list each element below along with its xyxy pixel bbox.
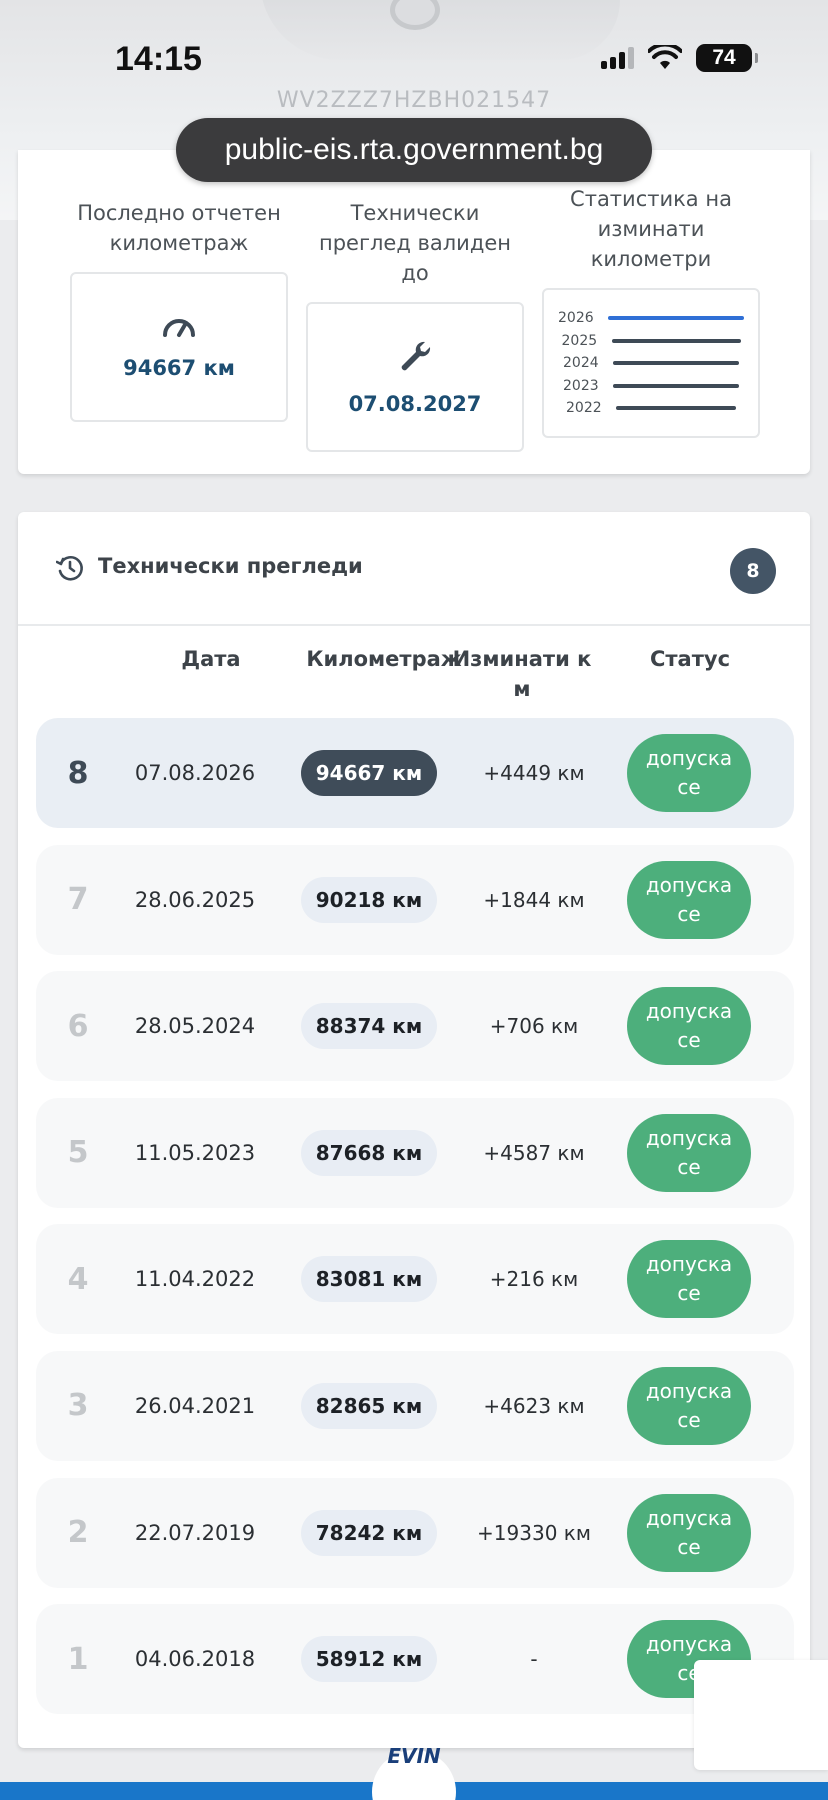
chart-year-label: 2025 — [561, 332, 598, 349]
last-mileage-value: 94667 км — [123, 356, 235, 380]
inspection-number: 4 — [67, 1261, 89, 1297]
inspection-status-badge: допуска се — [627, 1366, 751, 1445]
inspections-list: 8 07.08.2026 94667 км +4449 км допуска се 7 28… — [36, 718, 794, 1731]
inspection-number: 6 — [67, 1008, 89, 1044]
inspections-header: Технически прегледи 8 — [18, 512, 810, 626]
inspection-status-badge: допуска се — [627, 734, 751, 812]
chart-bar — [608, 316, 744, 320]
inspection-row[interactable]: 7 28.06.2025 90218 км +1844 км допуска се — [36, 844, 794, 955]
inspection-number: 7 — [67, 882, 89, 918]
last-mileage-label: Последно отчетен километраж — [77, 201, 281, 255]
inspections-title: Технически прегледи — [98, 554, 363, 578]
last-mileage-section: Последно отчетен километраж 94667 км — [70, 198, 288, 422]
chart-row: 2024 — [563, 352, 739, 375]
inspection-status-badge: допуска се — [627, 1240, 751, 1319]
evin-logo: EVIN — [387, 1744, 441, 1768]
inspection-km-diff: +706 км — [489, 1014, 579, 1039]
cellular-signal-icon — [601, 47, 634, 69]
chart-year-label: 2023 — [563, 377, 599, 394]
inspection-date: 07.08.2026 — [134, 761, 256, 785]
column-header-diff: Изминати к м — [452, 647, 592, 701]
side-widget[interactable] — [694, 1660, 828, 1770]
wrench-icon — [401, 341, 431, 371]
chart-row: 2026 — [558, 307, 744, 330]
inspection-number: 3 — [67, 1388, 89, 1424]
chart-bar — [613, 361, 739, 365]
inspection-km-diff: +4587 км — [483, 1140, 585, 1165]
inspection-date: 04.06.2018 — [134, 1647, 256, 1672]
status-time: 14:15 — [115, 40, 202, 78]
inspection-mileage-badge: 94667 км — [301, 750, 437, 796]
status-icons: 74 — [601, 44, 758, 72]
inspection-row[interactable]: 4 11.04.2022 83081 км +216 км допуска се — [36, 1224, 794, 1335]
history-icon — [56, 556, 83, 581]
inspection-mileage-badge: 83081 км — [301, 1256, 437, 1303]
mileage-stats-label: Статистика на изминати километри — [570, 187, 732, 271]
inspection-date: 28.06.2025 — [134, 887, 256, 912]
inspection-km-diff: +1844 км — [483, 887, 585, 912]
inspection-mileage-badge: 88374 км — [301, 1003, 437, 1050]
battery-indicator: 74 — [696, 44, 758, 72]
inspection-row[interactable]: 2 22.07.2019 78242 км +19330 км допуска се — [36, 1477, 794, 1588]
chart-year-label: 2024 — [563, 355, 599, 371]
chart-row: 2022 — [566, 397, 736, 420]
vin-number: WV2ZZZ7HZBH021547 — [276, 88, 552, 113]
speedometer-icon — [163, 319, 195, 337]
inspection-km-diff: +4623 км — [483, 1393, 585, 1418]
inspection-row[interactable]: 8 07.08.2026 94667 км +4449 км допуска се — [36, 718, 794, 828]
chart-bar — [611, 338, 741, 343]
chart-bar — [613, 383, 739, 388]
inspection-date: 28.05.2024 — [134, 1014, 256, 1039]
car-image — [260, 0, 620, 60]
summary-card: Последно отчетен километраж 94667 км Тех… — [18, 150, 810, 474]
inspection-status-badge: допуска се — [627, 987, 751, 1066]
chart-bar — [616, 406, 736, 410]
inspection-mileage-badge: 58912 км — [301, 1636, 437, 1683]
browser-url-pill[interactable]: public-eis.rta.government.bg — [176, 118, 652, 182]
inspections-card: Технически прегледи 8 Дата Километраж Из… — [18, 512, 810, 1748]
inspection-row[interactable]: 5 11.05.2023 87668 км +4587 км допуска се — [36, 1097, 794, 1208]
inspection-number: 1 — [67, 1641, 89, 1677]
inspection-km-diff: - — [530, 1647, 538, 1672]
inspection-valid-box: 07.08.2027 — [306, 302, 524, 452]
inspection-number: 5 — [67, 1135, 89, 1171]
chart-row: 2025 — [562, 329, 741, 352]
inspection-number: 2 — [67, 1515, 89, 1551]
inspection-status-badge: допуска се — [627, 1113, 751, 1192]
last-mileage-box: 94667 км — [70, 272, 288, 422]
column-header-date: Дата — [181, 647, 241, 671]
inspection-valid-section: Технически преглед валиден до 07.08.2027 — [306, 198, 524, 452]
inspection-mileage-badge: 90218 км — [301, 876, 437, 923]
inspection-status-badge: допуска се — [627, 860, 751, 939]
inspection-mileage-badge: 78242 км — [301, 1509, 437, 1556]
inspections-count-badge: 8 — [730, 548, 776, 594]
wifi-icon — [648, 45, 682, 69]
inspection-status-badge: допуска се — [627, 1493, 751, 1572]
inspection-mileage-badge: 82865 км — [301, 1382, 437, 1429]
inspection-km-diff: +216 км — [489, 1267, 579, 1292]
inspection-date: 22.07.2019 — [134, 1520, 256, 1545]
chart-year-label: 2026 — [558, 310, 594, 326]
inspection-date: 11.04.2022 — [134, 1267, 256, 1292]
inspection-valid-label: Технически преглед валиден до — [318, 201, 512, 285]
inspection-valid-value: 07.08.2027 — [348, 392, 482, 416]
inspection-km-diff: +4449 км — [483, 761, 585, 785]
inspection-row[interactable]: 3 26.04.2021 82865 км +4623 км допуска се — [36, 1350, 794, 1461]
mileage-stats-chart[interactable]: 2026 2025 2024 2023 2022 — [542, 288, 760, 438]
chart-row: 2023 — [563, 374, 739, 397]
inspection-km-diff: +19330 км — [477, 1520, 591, 1545]
inspection-row[interactable]: 6 28.05.2024 88374 км +706 км допуска се — [36, 971, 794, 1082]
inspection-row[interactable]: 1 04.06.2018 58912 км - допуска се — [36, 1604, 794, 1715]
inspection-date: 11.05.2023 — [134, 1140, 256, 1165]
chart-year-label: 2022 — [566, 400, 602, 416]
inspection-date: 26.04.2021 — [134, 1393, 256, 1418]
inspection-number: 8 — [67, 755, 89, 791]
mileage-stats-section[interactable]: Статистика на изминати километри 2026 202… — [542, 184, 760, 438]
inspection-mileage-badge: 87668 км — [301, 1129, 437, 1176]
column-header-status: Статус — [649, 647, 731, 671]
